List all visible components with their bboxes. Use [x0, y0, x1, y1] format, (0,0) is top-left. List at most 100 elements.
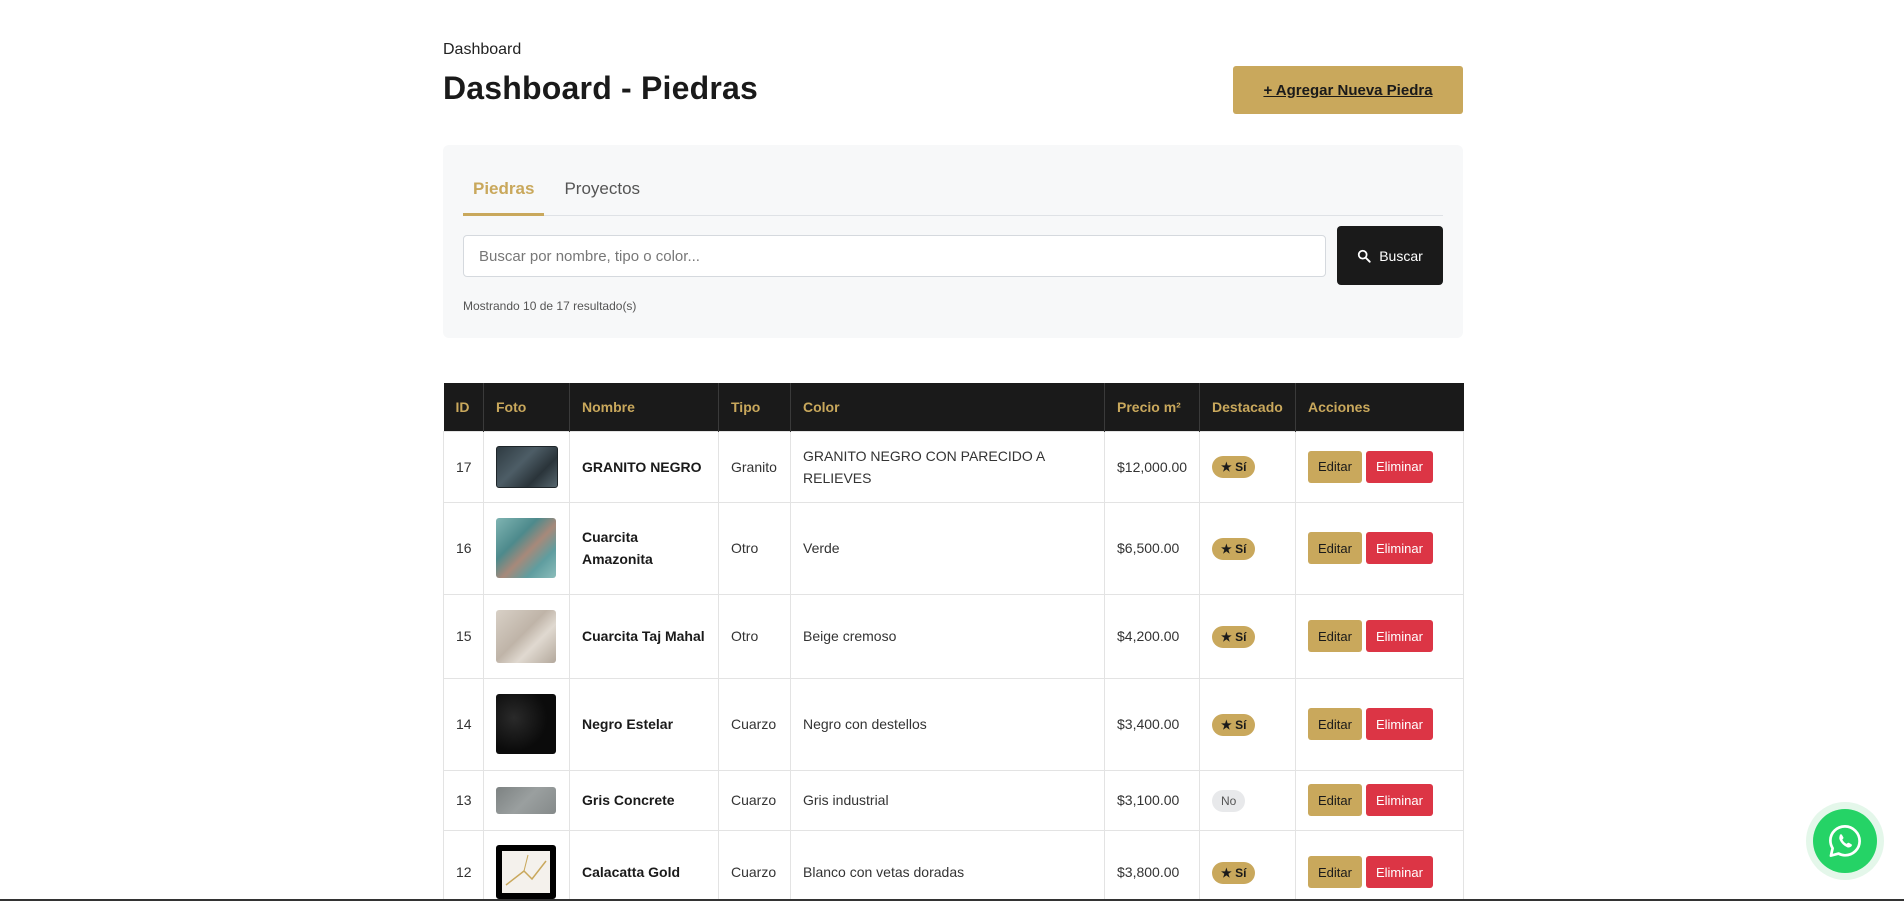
cell-id: 15 [443, 593, 484, 679]
cell-color: Negro con destellos [790, 677, 1105, 771]
table-row: 15 Cuarcita Taj Mahal Otro Beige cremoso… [443, 593, 1464, 679]
header-nombre: Nombre [569, 383, 719, 431]
delete-button[interactable]: Eliminar [1365, 532, 1433, 564]
cell-precio: $3,800.00 [1104, 829, 1200, 901]
breadcrumb: Dashboard [443, 41, 522, 58]
cell-nombre: Cuarcita Taj Mahal [569, 593, 719, 679]
cell-precio: $4,200.00 [1104, 593, 1200, 679]
cell-color: Verde [790, 501, 1105, 595]
featured-badge: ★ Sí [1212, 625, 1256, 648]
page-title: Dashboard - Piedras [443, 70, 759, 106]
cell-id: 14 [443, 677, 484, 771]
featured-badge: ★ Sí [1212, 456, 1256, 478]
cell-destacado: ★ Sí [1199, 593, 1296, 679]
header-destacado: Destacado [1199, 383, 1296, 431]
search-button-label: Buscar [1379, 247, 1423, 264]
search-button[interactable]: Buscar [1337, 226, 1443, 285]
header-id: ID [443, 383, 484, 431]
cell-destacado: No [1199, 769, 1296, 831]
dashboard-page: Dashboard Dashboard - Piedras + Agregar … [0, 0, 1904, 901]
cell-tipo: Otro [718, 501, 791, 595]
cell-tipo: Otro [718, 593, 791, 679]
stone-thumbnail [496, 518, 556, 578]
cell-foto [483, 430, 570, 503]
edit-button[interactable]: Editar [1308, 450, 1362, 483]
cell-id: 16 [443, 501, 484, 595]
cell-foto [483, 593, 570, 679]
tab-piedras[interactable]: Piedras [463, 175, 545, 216]
stone-thumbnail [496, 609, 556, 663]
table-row: 14 Negro Estelar Cuarzo Negro con destel… [443, 677, 1464, 771]
stone-thumbnail [496, 694, 556, 754]
cell-foto [483, 677, 570, 771]
whatsapp-button[interactable] [1806, 802, 1884, 880]
cell-color: Beige cremoso [790, 593, 1105, 679]
stone-thumbnail [496, 845, 556, 899]
cell-tipo: Cuarzo [718, 769, 791, 831]
whatsapp-icon [1829, 825, 1861, 857]
cell-acciones: Editar Eliminar [1295, 430, 1464, 503]
stones-table: ID Foto Nombre Tipo Color Precio m² Dest… [443, 383, 1464, 901]
header-acciones: Acciones [1308, 398, 1371, 415]
cell-precio: $6,500.00 [1104, 501, 1200, 595]
cell-foto [483, 769, 570, 831]
cell-destacado: ★ Sí [1199, 829, 1296, 901]
cell-id: 12 [443, 829, 484, 901]
edit-button[interactable]: Editar [1308, 784, 1362, 816]
cell-nombre: Gris Concrete [569, 769, 719, 831]
cell-destacado: ★ Sí [1199, 430, 1296, 503]
table-row: 17 GRANITO NEGRO Granito GRANITO NEGRO C… [443, 430, 1464, 503]
cell-foto [483, 501, 570, 595]
cell-color: GRANITO NEGRO CON PARECIDO A RELIEVES [790, 430, 1105, 503]
delete-button[interactable]: Eliminar [1365, 450, 1433, 483]
header-color: Color [790, 383, 1105, 431]
add-stone-button[interactable]: + Agregar Nueva Piedra [1233, 66, 1463, 114]
cell-tipo: Cuarzo [718, 677, 791, 771]
cell-nombre: GRANITO NEGRO [569, 430, 719, 503]
featured-badge: No [1212, 789, 1246, 812]
search-icon [1358, 249, 1371, 263]
cell-destacado: ★ Sí [1199, 501, 1296, 595]
cell-tipo: Granito [718, 430, 791, 503]
header-precio: Precio m² [1104, 383, 1200, 431]
cell-color: Blanco con vetas doradas [790, 829, 1105, 901]
table-row: 16 Cuarcita Amazonita Otro Verde $6,500.… [443, 501, 1464, 595]
table-header-row: ID Foto Nombre Tipo Color Precio m² Dest… [443, 383, 1464, 431]
cell-acciones: Editar Eliminar [1295, 677, 1464, 771]
whatsapp-button-inner [1813, 809, 1877, 873]
cell-precio: $3,400.00 [1104, 677, 1200, 771]
header-foto: Foto [483, 383, 570, 431]
cell-nombre: Cuarcita Amazonita [569, 501, 719, 595]
featured-badge: ★ Sí [1212, 861, 1256, 884]
cell-acciones: Editar Eliminar [1295, 501, 1464, 595]
cell-color: Gris industrial [790, 769, 1105, 831]
search-input[interactable] [463, 235, 1326, 277]
delete-button[interactable]: Eliminar [1365, 856, 1433, 888]
edit-button[interactable]: Editar [1308, 856, 1362, 888]
delete-button[interactable]: Eliminar [1365, 620, 1433, 652]
edit-button[interactable]: Editar [1308, 620, 1362, 652]
delete-button[interactable]: Eliminar [1365, 784, 1433, 816]
results-count: Mostrando 10 de 17 resultado(s) [463, 299, 637, 313]
cell-acciones: Editar Eliminar [1295, 769, 1464, 831]
header-tipo: Tipo [718, 383, 791, 431]
cell-nombre: Calacatta Gold [569, 829, 719, 901]
cell-acciones: Editar Eliminar [1295, 829, 1464, 901]
cell-destacado: ★ Sí [1199, 677, 1296, 771]
featured-badge: ★ Sí [1212, 713, 1256, 736]
tab-proyectos[interactable]: Proyectos [554, 175, 650, 215]
filter-panel: Piedras Proyectos Buscar Mostrando 10 de… [443, 145, 1463, 338]
table-row: 12 Calacatta Gold Cuarzo Blanco con veta… [443, 829, 1464, 901]
cell-nombre: Negro Estelar [569, 677, 719, 771]
delete-button[interactable]: Eliminar [1365, 708, 1433, 740]
cell-id: 13 [443, 769, 484, 831]
cell-precio: $3,100.00 [1104, 769, 1200, 831]
cell-precio: $12,000.00 [1104, 430, 1200, 503]
tabs: Piedras Proyectos [463, 175, 1443, 216]
edit-button[interactable]: Editar [1308, 708, 1362, 740]
edit-button[interactable]: Editar [1308, 532, 1362, 564]
cell-id: 17 [443, 430, 484, 503]
table-row: 13 Gris Concrete Cuarzo Gris industrial … [443, 769, 1464, 831]
featured-badge: ★ Sí [1212, 537, 1256, 560]
stones-table-wrapper: ID Foto Nombre Tipo Color Precio m² Dest… [443, 383, 1464, 901]
